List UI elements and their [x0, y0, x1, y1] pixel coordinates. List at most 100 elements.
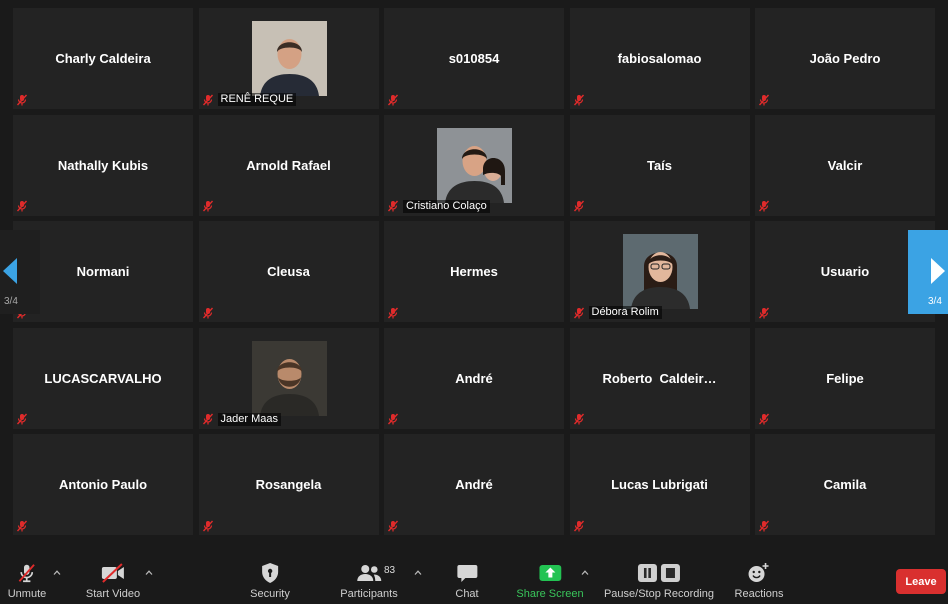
arrow-left-icon — [3, 258, 17, 284]
participants-label: Participants — [340, 588, 398, 600]
mic-muted-icon — [387, 307, 399, 319]
share-screen-icon — [538, 562, 561, 584]
participant-tile[interactable]: Felipe — [755, 327, 935, 429]
participant-name: Nathally Kubis — [57, 157, 149, 173]
pause-stop-recording-icon — [637, 562, 681, 584]
participant-tile[interactable]: Roberto Caldeir… — [569, 327, 750, 429]
mic-muted-icon — [16, 200, 28, 212]
meeting-toolbar: Unmute Start Video Security Participants… — [0, 548, 948, 604]
arrow-right-icon — [931, 258, 945, 284]
participant-tile[interactable]: Lucas Lubrigati — [569, 434, 750, 535]
participant-name: Charly Caldeira — [55, 51, 151, 66]
participant-tile[interactable]: Hermes — [384, 221, 564, 322]
participant-status-bar — [387, 93, 399, 106]
participant-name: Cleusa — [267, 264, 310, 279]
participant-status-bar — [16, 413, 28, 426]
participant-tile[interactable]: fabiosalomao — [569, 8, 750, 109]
participant-name: André — [455, 477, 493, 492]
participant-tile[interactable]: s010854 — [384, 8, 564, 109]
participant-status-bar — [387, 413, 399, 426]
chat-label: Chat — [455, 588, 479, 600]
participant-tile[interactable]: Camila — [755, 434, 935, 535]
participant-status-bar: Jader Maas — [202, 412, 281, 426]
chat-button[interactable]: Chat — [455, 562, 479, 600]
mic-muted-icon — [387, 520, 399, 532]
participant-tile[interactable]: Rosangela — [198, 434, 379, 535]
security-label: Security — [250, 588, 290, 600]
unmute-button[interactable]: Unmute — [8, 562, 46, 600]
participant-tile[interactable]: Arnold Rafael — [198, 114, 379, 216]
mic-muted-icon — [202, 307, 214, 319]
security-button[interactable]: Security — [250, 562, 290, 600]
participant-status-bar — [202, 519, 214, 532]
leave-button[interactable]: Leave — [896, 569, 946, 594]
mic-muted-icon — [387, 94, 399, 106]
participant-name: Felipe — [826, 370, 864, 386]
participant-tile[interactable]: André — [384, 327, 564, 429]
participant-status-bar — [202, 306, 214, 319]
mic-muted-icon — [202, 200, 214, 212]
participant-tile[interactable]: Débora Rolim — [569, 221, 750, 322]
participant-tile[interactable]: LUCASCARVALHO — [13, 327, 193, 429]
participant-photo — [251, 21, 327, 96]
reactions-icon — [747, 562, 771, 584]
participant-photo — [251, 340, 327, 416]
participant-tile[interactable]: João Pedro — [755, 8, 935, 109]
participant-tile[interactable]: Nathally Kubis — [13, 114, 193, 216]
participant-status-bar — [573, 519, 585, 532]
participant-status-bar — [16, 519, 28, 532]
participant-name: Hermes — [450, 264, 498, 279]
mic-muted-icon — [387, 413, 399, 425]
mic-muted-icon — [387, 200, 399, 212]
participant-name-label: Cristiano Colaço — [403, 199, 490, 213]
participants-count-badge: 83 — [384, 565, 396, 576]
mic-muted-icon — [202, 94, 214, 106]
participant-status-bar: Cristiano Colaço — [387, 199, 490, 213]
reactions-label: Reactions — [734, 588, 784, 600]
participant-name: Normani — [76, 264, 130, 279]
mic-muted-icon — [758, 520, 770, 532]
next-page-button[interactable]: 3/4 — [908, 230, 948, 314]
participant-status-bar — [573, 93, 585, 106]
participants-options-chevron-up-icon[interactable] — [414, 570, 422, 575]
previous-page-button[interactable]: 3/4 — [0, 230, 40, 314]
video-options-chevron-up-icon[interactable] — [145, 570, 153, 575]
participant-tile[interactable]: André — [384, 434, 564, 535]
participant-name: LUCASCARVALHO — [44, 370, 162, 386]
participant-tile[interactable]: Valcir — [755, 114, 935, 216]
participant-tile[interactable]: Taís — [569, 114, 750, 216]
participant-name: Valcir — [827, 157, 863, 173]
page-indicator: 3/4 — [4, 296, 18, 307]
participant-tile[interactable]: Antonio Paulo — [13, 434, 193, 535]
audio-options-chevron-up-icon[interactable] — [53, 570, 61, 575]
mic-muted-icon — [573, 200, 585, 212]
participant-name: Roberto Caldeir… — [602, 370, 717, 386]
mic-muted-icon — [202, 413, 214, 425]
participant-tile[interactable]: Normani — [13, 221, 193, 322]
participant-tile[interactable]: Cristiano Colaço — [384, 114, 564, 216]
share-screen-button[interactable]: Share Screen — [516, 562, 584, 600]
mic-muted-icon — [16, 413, 28, 425]
participants-icon — [356, 562, 382, 584]
reactions-button[interactable]: Reactions — [734, 562, 784, 600]
participant-status-bar — [758, 413, 770, 426]
share-options-chevron-up-icon[interactable] — [581, 570, 589, 575]
mic-muted-icon — [16, 562, 38, 584]
gallery-grid: Charly Caldeira RENÊ REQUE s010854 fabiosal… — [13, 8, 935, 535]
participant-status-bar — [758, 93, 770, 106]
mic-muted-icon — [758, 307, 770, 319]
participant-tile[interactable]: Jader Maas — [198, 327, 379, 429]
participant-name: Antonio Paulo — [58, 477, 148, 492]
participant-tile[interactable]: Cleusa — [198, 221, 379, 322]
chat-icon — [456, 562, 478, 584]
pause-stop-recording-button[interactable]: Pause/Stop Recording — [604, 562, 714, 600]
participant-photo — [622, 234, 698, 309]
participant-name: Camila — [823, 477, 867, 492]
shield-icon — [260, 562, 280, 584]
participant-tile[interactable]: RENÊ REQUE — [198, 8, 379, 109]
participant-name: Rosangela — [255, 477, 322, 492]
start-video-button[interactable]: Start Video — [86, 562, 140, 600]
participant-name: André — [455, 370, 493, 386]
participant-name: João Pedro — [809, 51, 881, 66]
participant-tile[interactable]: Charly Caldeira — [13, 8, 193, 109]
